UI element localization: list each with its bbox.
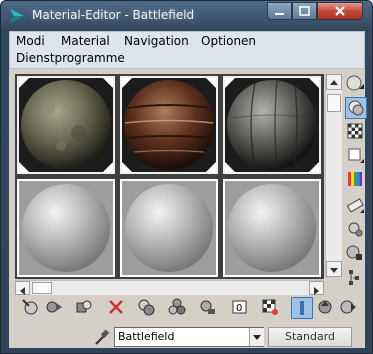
make-unique-icon — [168, 298, 186, 315]
arrow-down-icon — [330, 268, 338, 273]
material-id-channel-icon: 0 — [232, 300, 247, 314]
video-color-check-button[interactable] — [345, 169, 367, 191]
show-in-viewport-icon — [262, 299, 278, 315]
reset-map-button[interactable] — [106, 297, 128, 319]
options-button[interactable] — [345, 219, 367, 241]
material-editor-window: Material-Editor - Battlefield Modi Mater… — [0, 0, 373, 354]
assign-material-button[interactable] — [73, 297, 95, 319]
scroll-right-button[interactable] — [309, 281, 324, 295]
svg-text:0: 0 — [236, 303, 242, 314]
window-title: Material-Editor - Battlefield — [32, 8, 195, 22]
reset-map-icon — [109, 300, 123, 314]
sample-type-button[interactable] — [345, 73, 367, 95]
material-id-channel-button[interactable]: 0 — [230, 297, 252, 319]
title-bar[interactable]: Material-Editor - Battlefield — [1, 1, 372, 31]
video-color-check-icon — [348, 172, 362, 186]
put-to-library-button[interactable] — [197, 297, 219, 319]
material-type-button[interactable]: Standard — [268, 327, 352, 347]
menu-navigation[interactable]: Navigation — [124, 34, 189, 48]
menu-modi[interactable]: Modi — [16, 34, 45, 48]
select-by-material-icon — [346, 245, 362, 260]
sample-uv-tiling-icon — [348, 148, 364, 163]
options-icon — [348, 222, 363, 237]
sample-uv-tiling-button[interactable] — [345, 145, 367, 167]
close-icon — [335, 6, 345, 16]
arrow-right-icon — [314, 287, 319, 295]
default-material-sphere — [228, 184, 316, 272]
sample-slot-3[interactable] — [223, 76, 321, 174]
slots-vertical-scrollbar[interactable] — [325, 74, 342, 277]
arrow-left-icon — [20, 287, 25, 295]
go-forward-sibling-icon — [340, 300, 356, 314]
minimize-button[interactable] — [267, 2, 292, 20]
rock-material-sphere — [19, 78, 113, 172]
copy-material-button[interactable] — [136, 297, 158, 319]
maximize-button[interactable] — [292, 2, 317, 20]
sample-slots — [15, 74, 324, 279]
put-to-scene-icon — [46, 301, 62, 313]
make-preview-icon — [346, 198, 364, 213]
wood-material-sphere — [122, 78, 216, 172]
show-end-result-button[interactable] — [291, 297, 313, 319]
sample-type-icon — [346, 75, 364, 91]
sample-slot-4[interactable] — [17, 179, 115, 277]
get-material-button[interactable] — [20, 297, 42, 319]
sample-slot-2[interactable] — [120, 76, 218, 174]
copy-material-icon — [138, 299, 155, 316]
show-end-result-icon — [300, 301, 304, 315]
sample-slot-1[interactable] — [17, 76, 115, 174]
eyedropper-icon[interactable] — [93, 327, 111, 347]
menu-optionen[interactable]: Optionen — [201, 34, 256, 48]
default-material-sphere — [22, 184, 110, 272]
go-to-parent-icon — [318, 300, 332, 314]
scroll-left-button[interactable] — [15, 281, 30, 295]
menu-dienstprogramme[interactable]: Dienstprogramme — [16, 51, 125, 65]
vertical-scroll-thumb[interactable] — [327, 94, 341, 112]
sample-slot-6[interactable] — [223, 179, 321, 277]
put-to-library-icon — [200, 300, 215, 314]
menu-bar: Modi Material Navigation Optionen Dienst… — [9, 31, 365, 69]
select-by-material-button[interactable] — [345, 243, 367, 265]
3dsmax-app-icon — [10, 9, 24, 23]
backlight-button[interactable] — [345, 97, 367, 119]
stone-material-sphere — [225, 78, 319, 172]
scroll-down-button[interactable] — [326, 261, 342, 277]
editor-panel: 0 Battlefield Standard — [9, 69, 367, 348]
default-material-sphere — [125, 184, 213, 272]
assign-material-icon — [76, 300, 92, 313]
close-button[interactable] — [317, 2, 363, 20]
material-name-dropdown[interactable] — [249, 328, 264, 346]
menu-material[interactable]: Material — [61, 34, 110, 48]
go-to-parent-button[interactable] — [315, 297, 337, 319]
background-checker-icon — [347, 123, 363, 139]
scroll-up-button[interactable] — [326, 74, 342, 90]
make-preview-button[interactable] — [345, 195, 367, 217]
slots-horizontal-scrollbar[interactable] — [15, 280, 324, 295]
go-forward-sibling-button[interactable] — [338, 297, 360, 319]
horizontal-scroll-thumb[interactable] — [32, 282, 52, 294]
make-unique-button[interactable] — [167, 297, 189, 319]
material-name-field[interactable]: Battlefield — [114, 327, 264, 347]
backlight-icon — [348, 100, 364, 116]
chevron-down-icon — [253, 335, 261, 340]
show-in-viewport-button[interactable] — [260, 297, 282, 319]
put-to-scene-button[interactable] — [44, 297, 66, 319]
material-map-navigator-button[interactable] — [345, 267, 367, 289]
arrow-up-icon — [330, 80, 338, 85]
material-map-navigator-icon — [349, 270, 359, 285]
background-button[interactable] — [345, 121, 367, 143]
maximize-icon — [299, 6, 310, 16]
get-material-icon — [22, 299, 38, 315]
sample-slot-5[interactable] — [120, 179, 218, 277]
minimize-icon — [275, 13, 284, 15]
